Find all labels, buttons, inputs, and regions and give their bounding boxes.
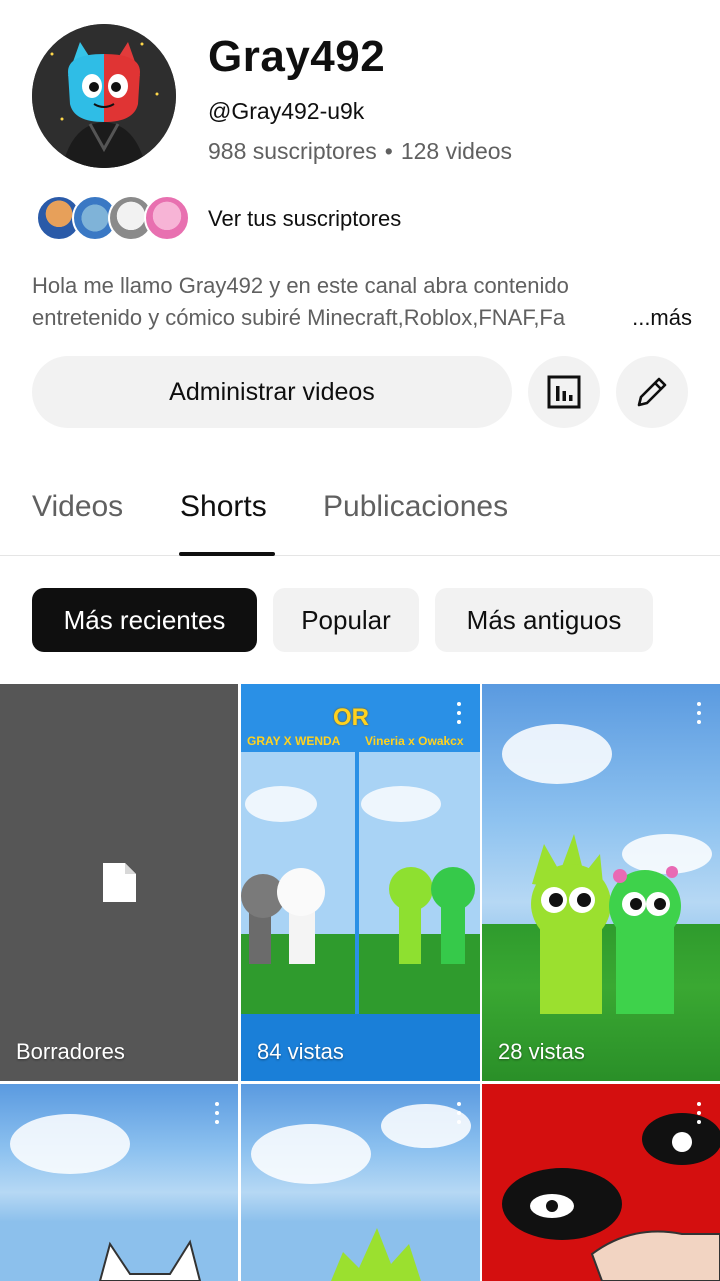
- short-tile[interactable]: OR GRAY X WENDA Vineria x Owakcx 84 vist…: [241, 684, 480, 1081]
- analytics-icon: [547, 375, 581, 409]
- character-spikes: [331, 1228, 421, 1281]
- stats-separator: •: [384, 138, 393, 164]
- subscriber-count: 988 suscriptores: [208, 138, 377, 164]
- character-ears: [98, 1239, 202, 1281]
- document-icon: [103, 863, 136, 902]
- tab-shorts[interactable]: Shorts: [180, 490, 267, 524]
- short-thumbnail: [482, 1084, 720, 1281]
- subscriber-avatars: [36, 195, 190, 241]
- active-tab-indicator: [179, 552, 275, 556]
- thumbnail-caption-right: Vineria x Owakcx: [365, 734, 464, 748]
- thumbnail-caption-left: GRAY X WENDA: [247, 734, 341, 748]
- view-count: 84 vistas: [257, 1039, 344, 1064]
- channel-tabs: Videos Shorts Publicaciones: [0, 470, 720, 556]
- more-options-icon[interactable]: [214, 1102, 220, 1128]
- video-count: 128 videos: [400, 138, 513, 164]
- channel-avatar[interactable]: [32, 24, 176, 168]
- chip-oldest[interactable]: Más antiguos: [435, 588, 653, 652]
- more-options-icon[interactable]: [456, 1102, 462, 1128]
- drafts-label: Borradores: [16, 1039, 125, 1064]
- thumbnail-cloud: [251, 1124, 371, 1184]
- see-subscribers-link[interactable]: Ver tus suscriptores: [208, 206, 401, 232]
- pencil-icon: [637, 377, 667, 407]
- channel-handle: @Gray492-u9k: [208, 98, 365, 124]
- analytics-button[interactable]: [528, 356, 600, 428]
- more-options-icon[interactable]: [696, 1102, 702, 1128]
- subscriber-avatar: [144, 195, 190, 241]
- thumbnail-title: OR: [333, 704, 369, 731]
- tab-publicaciones[interactable]: Publicaciones: [323, 490, 508, 524]
- thumbnail-cloud: [10, 1114, 130, 1174]
- view-count: 28 vistas: [498, 1039, 585, 1064]
- channel-description[interactable]: Hola me llamo Gray492 y en este canal ab…: [32, 270, 692, 334]
- description-line-1: Hola me llamo Gray492 y en este canal ab…: [32, 273, 569, 298]
- short-tile[interactable]: 28 vistas: [482, 684, 720, 1081]
- short-tile[interactable]: [0, 1084, 238, 1281]
- thumbnail-cloud: [502, 724, 612, 784]
- short-tile[interactable]: [482, 1084, 720, 1281]
- more-options-icon[interactable]: [696, 702, 702, 728]
- more-link[interactable]: ...más: [618, 302, 692, 334]
- chip-most-recent[interactable]: Más recientes: [32, 588, 257, 652]
- manage-videos-button[interactable]: Administrar videos: [32, 356, 512, 428]
- tab-videos[interactable]: Videos: [32, 490, 123, 524]
- drafts-tile[interactable]: Borradores: [0, 684, 238, 1081]
- more-options-icon[interactable]: [456, 702, 462, 728]
- edit-channel-button[interactable]: [616, 356, 688, 428]
- subscribers-row[interactable]: Ver tus suscriptores: [36, 190, 401, 246]
- channel-name: Gray492: [208, 32, 386, 81]
- chip-popular[interactable]: Popular: [273, 588, 419, 652]
- channel-stats: 988 suscriptores • 128 videos: [208, 138, 512, 165]
- short-tile[interactable]: [241, 1084, 480, 1281]
